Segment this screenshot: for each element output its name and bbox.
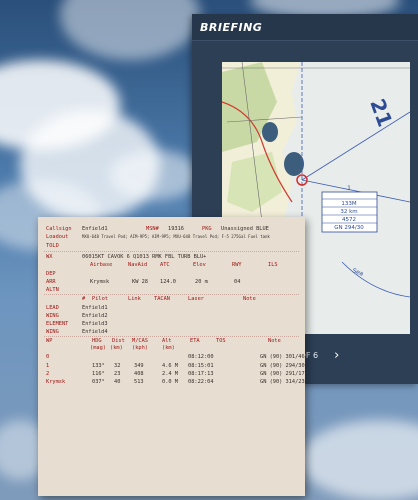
wp-hdg: 133° bbox=[92, 363, 105, 369]
flight-role: WING bbox=[46, 313, 59, 319]
map-box-line: 4572 bbox=[342, 217, 356, 223]
wp-id: 2 bbox=[46, 371, 50, 377]
airfield-header: NavAid bbox=[128, 262, 148, 268]
map-box-line: 133M bbox=[341, 201, 356, 207]
dep-label: DEP bbox=[46, 271, 56, 277]
arr-label: ARR bbox=[46, 279, 56, 285]
wp-cas: 349 bbox=[134, 363, 144, 369]
cloud bbox=[60, 0, 200, 60]
arr-elev: 20 m bbox=[195, 279, 208, 285]
wx-label: WX bbox=[46, 254, 53, 260]
wp-subheader: (km) bbox=[110, 345, 123, 351]
flight-role: LEAD bbox=[46, 305, 59, 311]
loadout-value: MXU-648 Travel Pod; AIM-9P5; AIM-9P5; MX… bbox=[82, 234, 270, 239]
wp-cas: 408 bbox=[134, 371, 144, 377]
flight-header: Note bbox=[243, 296, 256, 302]
wp-alt: 0.0 M bbox=[162, 379, 178, 385]
airfield-header: Elev bbox=[193, 262, 206, 268]
wp-header: Note bbox=[268, 338, 281, 344]
altn-label: ALTN bbox=[46, 287, 59, 293]
wp-subheader: (mag) bbox=[90, 345, 106, 351]
chevron-right-icon[interactable]: › bbox=[334, 348, 339, 363]
wp-subheader: (km) bbox=[162, 345, 175, 351]
map-box-line: 1 bbox=[347, 185, 351, 192]
wp-alt: 2.4 M bbox=[162, 371, 178, 377]
wp-header: M/CAS bbox=[132, 338, 148, 344]
flight-header: Pilot bbox=[92, 296, 108, 302]
callsign-value: Enfield1 bbox=[82, 226, 108, 232]
wp-note: GN (90) 314/23 bbox=[260, 379, 305, 385]
wp-eta: 08:22:04 bbox=[188, 379, 214, 385]
flight-role: ELEMENT bbox=[46, 321, 69, 327]
flight-header: # bbox=[82, 296, 86, 302]
wp-eta: 08:15:01 bbox=[188, 363, 214, 369]
airfield-header: ILS bbox=[268, 262, 278, 268]
flight-pilot: Enfield2 bbox=[82, 313, 108, 319]
kneeboard-card: Callsign Enfield1 MSN# 19316 PKG Unassig… bbox=[38, 217, 305, 496]
flight-pilot: Enfield3 bbox=[82, 321, 108, 327]
arr-rwy: 04 bbox=[234, 279, 241, 285]
arr-airbase: Krymsk bbox=[90, 279, 110, 285]
wp-alt: 4.6 M bbox=[162, 363, 178, 369]
cloud bbox=[300, 420, 418, 500]
briefing-title: BRIEFING bbox=[200, 20, 263, 34]
wp-hdg: 037° bbox=[92, 379, 105, 385]
wp-note: GN (90) 294/30 bbox=[260, 363, 305, 369]
wp-header: TOS bbox=[216, 338, 226, 344]
pkg-value: Unassigned BLUE bbox=[221, 226, 269, 232]
wp-header: WP bbox=[46, 338, 53, 344]
flight-header: Link bbox=[128, 296, 141, 302]
wp-hdg: 116° bbox=[92, 371, 105, 377]
pkg-label: PKG bbox=[202, 226, 212, 232]
wp-dist: 40 bbox=[114, 379, 121, 385]
airfield-header: ATC bbox=[160, 262, 170, 268]
wp-subheader: (kph) bbox=[132, 345, 148, 351]
wp-header: Dist bbox=[112, 338, 125, 344]
map-box-line: 32 km bbox=[340, 209, 357, 215]
wp-eta: 08:12:00 bbox=[188, 354, 214, 360]
wp-cas: 513 bbox=[134, 379, 144, 385]
cloud bbox=[110, 150, 200, 200]
msn-value: 19316 bbox=[168, 226, 184, 232]
wp-id: 0 bbox=[46, 354, 50, 360]
told-label: TOLD bbox=[46, 243, 59, 249]
briefing-header: BRIEFING bbox=[192, 14, 418, 41]
flight-header: TACAN bbox=[154, 296, 170, 302]
wp-header: ETA bbox=[190, 338, 200, 344]
flight-role: WING bbox=[46, 329, 59, 335]
arr-navaid: KW 28 bbox=[132, 279, 148, 285]
wp-header: Alt bbox=[162, 338, 172, 344]
flight-pilot: Enfield1 bbox=[82, 305, 108, 311]
loadout-label: Loadout bbox=[46, 234, 69, 240]
wp-note: GN (90) 291/17 bbox=[260, 371, 305, 377]
flight-header: Laser bbox=[188, 296, 204, 302]
callsign-label: Callsign bbox=[46, 226, 72, 232]
wx-value: 06015KT CAVOK 6 Q1013 RMK FBL TURB BLU+ bbox=[82, 254, 207, 260]
flight-pilot: Enfield4 bbox=[82, 329, 108, 335]
msn-label: MSN# bbox=[146, 226, 159, 232]
wp-note: GN (90) 301/46 bbox=[260, 354, 305, 360]
arr-atc: 124.0 bbox=[160, 279, 176, 285]
separator bbox=[44, 251, 299, 252]
wp-id: 1 bbox=[46, 363, 50, 369]
wp-header: HDG bbox=[92, 338, 102, 344]
map-box-line: GN 294/30 bbox=[334, 225, 364, 231]
wp-dist: 32 bbox=[114, 363, 121, 369]
separator bbox=[44, 294, 299, 295]
airfield-header: Airbase bbox=[90, 262, 113, 268]
airfield-header: RWY bbox=[232, 262, 242, 268]
wp-dist: 23 bbox=[114, 371, 121, 377]
wp-eta: 08:17:13 bbox=[188, 371, 214, 377]
wp-id: Krymsk bbox=[46, 379, 66, 385]
waypoint-info-box: 1 133M 32 km 4572 GN 294/30 bbox=[321, 185, 378, 233]
separator bbox=[44, 336, 299, 337]
